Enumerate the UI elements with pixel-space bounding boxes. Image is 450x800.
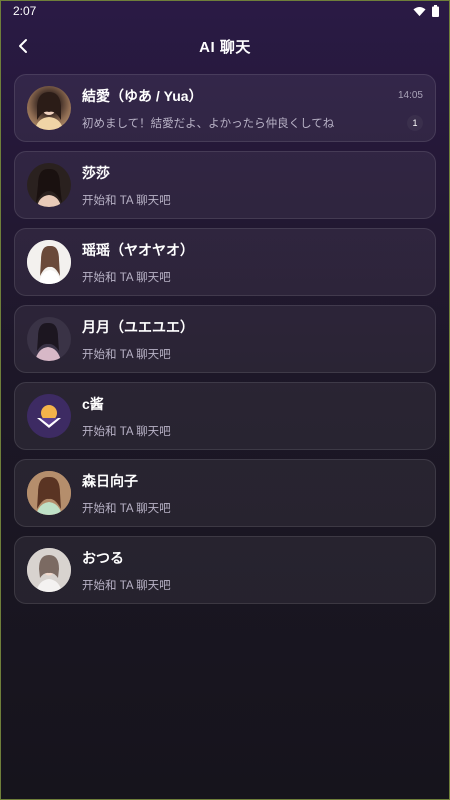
header: AI 聊天 <box>1 21 449 71</box>
avatar <box>27 86 71 130</box>
chat-name: おつる <box>82 549 124 566</box>
page-title: AI 聊天 <box>199 38 251 56</box>
chat-item[interactable]: 月月（ユエユエ） 开始和 TA 聊天吧 <box>14 305 436 373</box>
chat-name: 莎莎 <box>82 164 110 181</box>
status-bar: 2:07 <box>1 1 449 21</box>
chat-message: 开始和 TA 聊天吧 <box>82 425 171 438</box>
chat-item[interactable]: 莎莎 开始和 TA 聊天吧 <box>14 151 436 219</box>
chat-list: 結愛（ゆあ / Yua） 14:05 初めまして！結愛だよ、よかったら仲良くして… <box>1 71 449 604</box>
chat-message: 开始和 TA 聊天吧 <box>82 271 171 284</box>
status-time: 2:07 <box>13 4 37 18</box>
chat-message: 开始和 TA 聊天吧 <box>82 502 171 515</box>
chevron-left-icon <box>19 39 27 53</box>
avatar <box>27 240 71 284</box>
chat-item[interactable]: 森日向子 开始和 TA 聊天吧 <box>14 459 436 527</box>
chat-message: 开始和 TA 聊天吧 <box>82 348 171 361</box>
avatar <box>27 471 71 515</box>
battery-icon <box>432 5 439 17</box>
chat-name: 結愛（ゆあ / Yua） <box>82 87 203 104</box>
avatar <box>27 317 71 361</box>
wifi-icon <box>413 6 426 16</box>
avatar <box>27 163 71 207</box>
chat-name: 森日向子 <box>82 472 138 489</box>
chat-name: 月月（ユエユエ） <box>82 318 194 335</box>
chat-item[interactable]: おつる 开始和 TA 聊天吧 <box>14 536 436 604</box>
chat-item[interactable]: 瑶瑶（ヤオヤオ） 开始和 TA 聊天吧 <box>14 228 436 296</box>
chat-message: 开始和 TA 聊天吧 <box>82 579 171 592</box>
chat-item[interactable]: 結愛（ゆあ / Yua） 14:05 初めまして！結愛だよ、よかったら仲良くして… <box>14 74 436 142</box>
status-icons <box>413 5 439 17</box>
app-logo-icon <box>27 394 71 438</box>
chat-item[interactable]: c酱 开始和 TA 聊天吧 <box>14 382 436 450</box>
unread-badge: 1 <box>407 114 423 131</box>
chat-name: c酱 <box>82 395 104 412</box>
chat-message: 开始和 TA 聊天吧 <box>82 194 171 207</box>
chat-name: 瑶瑶（ヤオヤオ） <box>82 241 194 258</box>
back-button[interactable] <box>11 34 35 58</box>
chat-time: 14:05 <box>397 90 423 101</box>
avatar <box>27 548 71 592</box>
chat-message: 初めまして！結愛だよ、よかったら仲良くしてね <box>82 117 335 130</box>
